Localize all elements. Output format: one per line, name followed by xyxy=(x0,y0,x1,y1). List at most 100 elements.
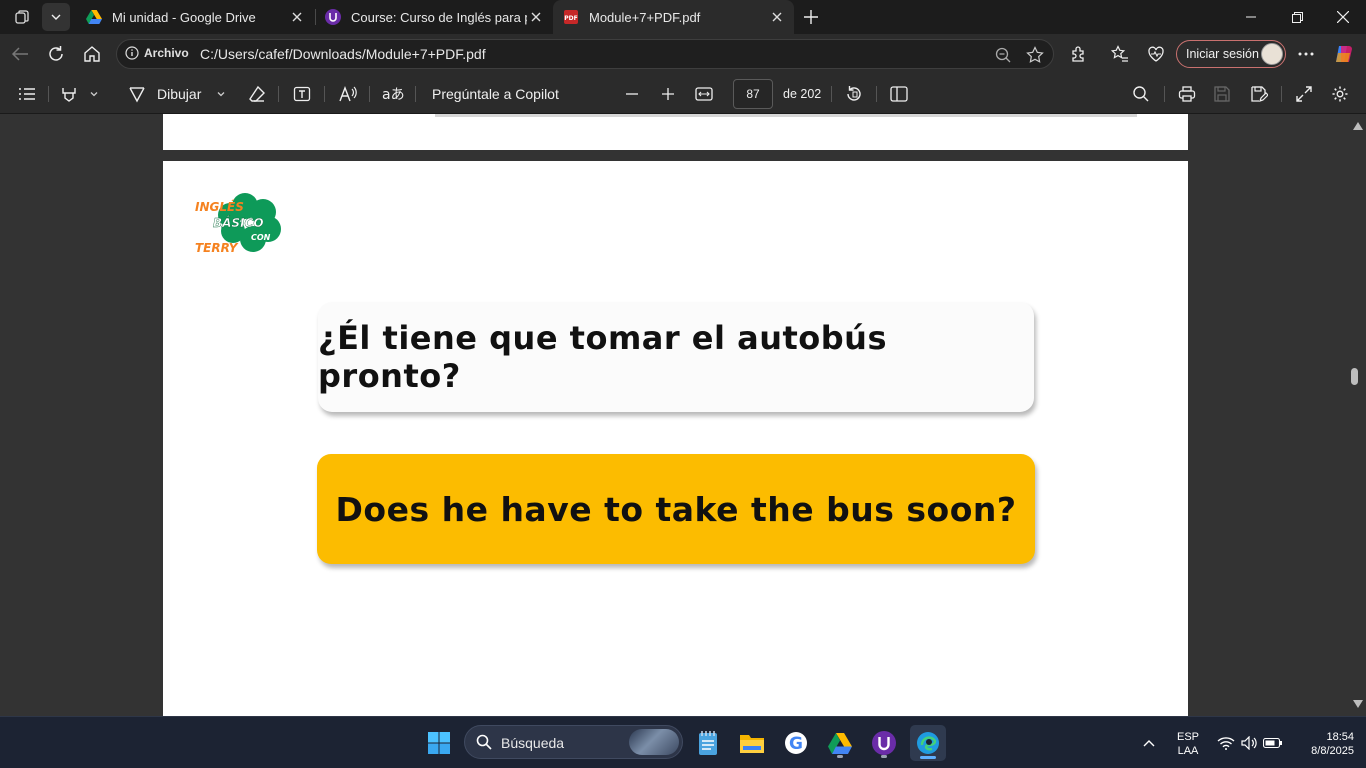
notepad-app[interactable] xyxy=(690,725,726,761)
scroll-up-arrow-icon[interactable] xyxy=(1353,122,1363,130)
pdf-viewer[interactable]: INGLÉS BÁSICO CON TERRY ¿Él tiene que to… xyxy=(0,114,1366,716)
svg-text:BÁSICO: BÁSICO xyxy=(213,215,264,230)
show-hidden-icons-button[interactable] xyxy=(1132,725,1166,761)
browser-essentials-button[interactable] xyxy=(1141,39,1171,69)
fullscreen-icon[interactable] xyxy=(1294,84,1314,104)
contents-icon[interactable] xyxy=(17,84,37,104)
course-app[interactable] xyxy=(866,725,902,761)
zoom-out-button[interactable] xyxy=(622,84,642,104)
chrome-app[interactable]: G xyxy=(778,725,814,761)
scrollbar-thumb[interactable] xyxy=(1351,368,1358,385)
svg-text:CON: CON xyxy=(251,233,271,242)
volume-icon xyxy=(1241,736,1257,750)
ask-copilot-button[interactable]: Pregúntale a Copilot xyxy=(432,86,559,102)
extensions-button[interactable] xyxy=(1064,39,1094,69)
highlight-icon[interactable] xyxy=(59,84,79,104)
settings-more-button[interactable] xyxy=(1291,39,1321,69)
highlight-dropdown[interactable] xyxy=(86,84,102,104)
wifi-icon xyxy=(1217,737,1235,750)
back-button[interactable] xyxy=(5,39,35,69)
running-indicator xyxy=(881,755,887,758)
toolbar-divider xyxy=(324,86,325,102)
pdf-icon: PDF xyxy=(563,9,579,25)
close-tab-button[interactable] xyxy=(288,8,306,26)
previous-page-card-edge xyxy=(435,114,1137,117)
home-button[interactable] xyxy=(77,39,107,69)
page-view-icon[interactable] xyxy=(889,84,909,104)
eraser-icon[interactable] xyxy=(247,84,267,104)
tab-title: Mi unidad - Google Drive xyxy=(112,9,256,25)
toolbar-divider xyxy=(415,86,416,102)
site-info-label: Archivo xyxy=(144,46,189,60)
add-text-icon[interactable] xyxy=(292,84,312,104)
tab-google-drive[interactable]: Mi unidad - Google Drive xyxy=(76,0,314,34)
url-text[interactable]: C:/Users/cafef/Downloads/Module+7+PDF.pd… xyxy=(200,46,486,62)
keyboard-layout-label: LAA xyxy=(1177,745,1199,757)
new-tab-button[interactable] xyxy=(797,3,825,31)
active-indicator xyxy=(920,756,936,759)
file-explorer-app[interactable] xyxy=(734,725,770,761)
zoom-out-icon[interactable] xyxy=(994,46,1012,64)
svg-text:aあ: aあ xyxy=(382,87,404,103)
gear-icon[interactable] xyxy=(1330,84,1350,104)
restore-button[interactable] xyxy=(1274,0,1320,34)
close-icon xyxy=(531,12,541,22)
minimize-icon xyxy=(1246,16,1256,18)
vertical-scrollbar[interactable] xyxy=(1348,114,1366,716)
scroll-down-arrow-icon[interactable] xyxy=(1353,700,1363,708)
clock[interactable]: 18:54 8/8/2025 xyxy=(1292,731,1354,757)
draw-icon[interactable] xyxy=(127,84,147,104)
navigation-bar: Archivo C:/Users/cafef/Downloads/Module+… xyxy=(0,34,1366,74)
draw-button[interactable]: Dibujar xyxy=(157,86,201,102)
toolbar-divider xyxy=(278,86,279,102)
close-tab-button[interactable] xyxy=(527,8,545,26)
fit-width-icon[interactable] xyxy=(694,84,714,104)
tab-course[interactable]: Course: Curso de Inglés para principiant… xyxy=(315,0,553,34)
start-button[interactable] xyxy=(421,725,457,761)
google-drive-app[interactable] xyxy=(822,725,858,761)
close-tab-button[interactable] xyxy=(768,8,786,26)
page-number-input[interactable]: 87 xyxy=(733,79,773,109)
save-as-icon[interactable] xyxy=(1249,84,1269,104)
more-dots-icon xyxy=(1298,52,1314,56)
workspaces-icon xyxy=(15,10,29,24)
zoom-in-button[interactable] xyxy=(658,84,678,104)
edge-app[interactable] xyxy=(910,725,946,761)
tab-actions-button[interactable] xyxy=(42,3,70,31)
draw-dropdown[interactable] xyxy=(213,84,229,104)
input-language[interactable]: ESP LAA xyxy=(1170,731,1206,757)
workspaces-button[interactable] xyxy=(8,3,36,31)
address-bar[interactable]: Archivo C:/Users/cafef/Downloads/Module+… xyxy=(116,39,1054,69)
print-icon[interactable] xyxy=(1177,84,1197,104)
site-info-button[interactable]: Archivo xyxy=(125,46,189,60)
info-icon xyxy=(125,46,139,60)
chevron-down-icon xyxy=(51,14,61,20)
quick-settings-button[interactable] xyxy=(1212,725,1288,761)
svg-text:PDF: PDF xyxy=(564,15,577,22)
minimize-button[interactable] xyxy=(1228,0,1274,34)
favorite-star-icon[interactable] xyxy=(1026,46,1044,64)
save-icon[interactable] xyxy=(1212,84,1232,104)
favorites-button[interactable] xyxy=(1105,39,1135,69)
chevron-up-icon xyxy=(1143,740,1155,747)
notepad-icon xyxy=(699,731,717,755)
read-aloud-icon[interactable] xyxy=(338,84,358,104)
rotate-icon[interactable] xyxy=(844,84,864,104)
close-icon xyxy=(292,12,302,22)
time-label: 18:54 xyxy=(1326,731,1354,743)
search-icon[interactable] xyxy=(1131,84,1151,104)
refresh-button[interactable] xyxy=(41,39,71,69)
signin-label: Iniciar sesión xyxy=(1186,47,1259,61)
translate-icon[interactable]: aあ xyxy=(382,84,404,104)
close-window-button[interactable] xyxy=(1320,0,1366,34)
answer-card: Does he have to take the bus soon? xyxy=(317,454,1035,564)
copilot-button[interactable] xyxy=(1329,39,1359,69)
edge-icon xyxy=(917,732,939,754)
tab-pdf[interactable]: PDF Module+7+PDF.pdf xyxy=(553,0,794,34)
taskbar-search[interactable]: Búsqueda xyxy=(464,725,683,759)
svg-text:TERRY: TERRY xyxy=(195,241,239,255)
signin-button[interactable]: Iniciar sesión xyxy=(1176,40,1286,68)
running-indicator xyxy=(837,755,843,758)
close-icon xyxy=(1337,11,1349,23)
tab-title: Course: Curso de Inglés para principiant… xyxy=(351,9,527,25)
